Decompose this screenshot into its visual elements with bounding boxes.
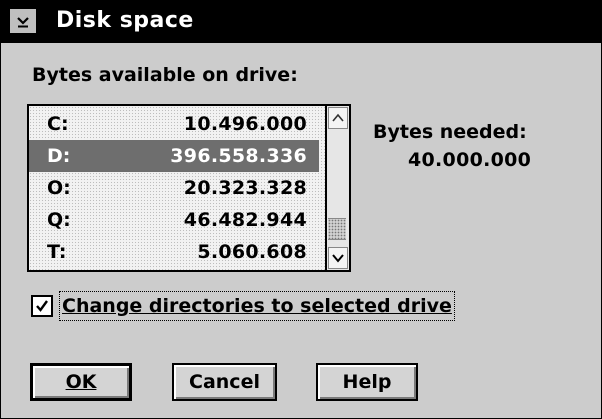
ok-button[interactable]: OK	[30, 363, 132, 401]
drive-bytes: 396.558.336	[170, 145, 307, 167]
change-directories-checkbox[interactable]	[31, 295, 53, 317]
bytes-available-label: Bytes available on drive:	[32, 64, 298, 86]
change-directories-text: Change directories to selected drive	[62, 295, 452, 317]
system-menu-button[interactable]	[9, 8, 37, 34]
list-item[interactable]: T: 5.060.608	[29, 236, 319, 268]
bytes-needed-label: Bytes needed:	[373, 121, 527, 143]
help-button-label: Help	[342, 371, 392, 393]
cancel-button-label: Cancel	[189, 371, 260, 393]
list-item[interactable]: Q: 46.482.944	[29, 204, 319, 236]
bytes-needed-value: 40.000.000	[408, 149, 532, 171]
drive-bytes: 5.060.608	[197, 241, 307, 263]
drive-bytes: 10.496.000	[183, 113, 307, 135]
drive-letter: D:	[47, 145, 71, 167]
scroll-up-button[interactable]	[328, 107, 348, 129]
drive-letter: T:	[47, 241, 67, 263]
chevron-up-icon	[332, 113, 344, 122]
chevron-down-icon	[332, 254, 344, 263]
vertical-scrollbar[interactable]	[325, 106, 349, 270]
cancel-button[interactable]: Cancel	[172, 363, 277, 401]
drive-bytes: 20.323.328	[183, 177, 307, 199]
disk-space-dialog: Disk space Bytes available on drive: C: …	[0, 0, 602, 419]
scroll-thumb[interactable]	[328, 218, 346, 240]
title-bar: Disk space	[1, 1, 601, 43]
ok-button-label: OK	[65, 371, 97, 393]
list-item-selected[interactable]: D: 396.558.336	[29, 140, 319, 172]
drive-listbox[interactable]: C: 10.496.000 D: 396.558.336 O: 20.323.3…	[27, 104, 351, 272]
help-button[interactable]: Help	[316, 363, 418, 401]
scroll-down-button[interactable]	[328, 247, 348, 269]
checkmark-icon	[36, 300, 48, 312]
chevron-down-icon	[17, 17, 29, 28]
window-title: Disk space	[56, 8, 194, 33]
list-item[interactable]: C: 10.496.000	[29, 108, 319, 140]
drive-bytes: 46.482.944	[183, 209, 307, 231]
change-directories-label: Change directories to selected drive	[59, 291, 455, 321]
drive-letter: Q:	[47, 209, 71, 231]
drive-letter: C:	[47, 113, 69, 135]
list-item[interactable]: O: 20.323.328	[29, 172, 319, 204]
drive-letter: O:	[47, 177, 71, 199]
